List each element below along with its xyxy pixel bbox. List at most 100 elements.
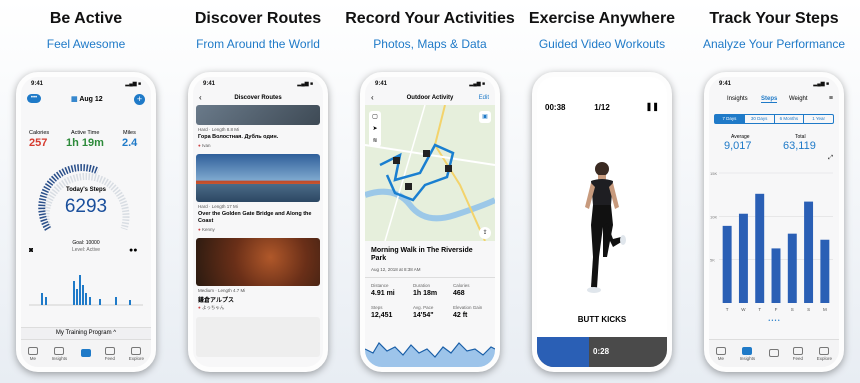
user-name: Kenny xyxy=(201,227,215,232)
remaining-time: 0:28 xyxy=(593,347,610,356)
average-value: 9,017 xyxy=(724,140,752,152)
route-user: ● Ivan xyxy=(198,143,211,148)
tab-me[interactable]: Me xyxy=(27,346,38,361)
menu-button[interactable]: ••• xyxy=(27,94,41,103)
panel-subtitle: Analyze Your Performance xyxy=(702,37,846,51)
bar[interactable] xyxy=(820,239,830,303)
phone-frame: 9:41 ▂▄▆ ■ ‹ Outdoor Activity Edit ▢ ➤ ≋ ▣ … xyxy=(360,72,500,372)
steps-goal: Goal: 10000 xyxy=(72,240,100,246)
tab-weight[interactable]: Weight xyxy=(789,96,808,102)
range-30-days[interactable]: 30 Days xyxy=(743,115,774,123)
tab-feed[interactable]: Feed xyxy=(104,346,115,361)
status-bar: 9:41 ▂▄▆ ■ xyxy=(719,81,829,90)
tab-insights[interactable]: Insights xyxy=(727,96,748,102)
avatar: ● xyxy=(198,227,201,232)
tab-explore[interactable]: Explore xyxy=(817,346,832,361)
route-meta: Hard · Length 8.8 Mi xyxy=(198,127,240,132)
tab-explore[interactable]: Explore xyxy=(129,346,144,361)
tab-steps[interactable]: Steps xyxy=(761,96,778,103)
feed-icon xyxy=(104,346,115,355)
stat-label: Calories xyxy=(453,283,470,288)
route-photo[interactable] xyxy=(196,105,320,125)
bar-chart-icon xyxy=(742,346,753,355)
x-tick-label: F xyxy=(775,307,778,312)
status-bar: 9:41 ▂▄▆ ■ xyxy=(31,81,141,90)
stat-label: Avg. Pace xyxy=(413,305,434,310)
route-card[interactable] xyxy=(196,317,320,357)
route-photo[interactable] xyxy=(196,238,320,286)
route-name[interactable]: Over the Golden Gate Bridge and Along th… xyxy=(198,211,318,225)
signal-icon: ▂▄▆ ■ xyxy=(813,81,829,87)
filter-icon[interactable]: ≡ xyxy=(829,95,833,102)
panel-subtitle: From Around the World xyxy=(196,37,320,51)
date-selector[interactable]: ▦ Aug 12 xyxy=(71,95,103,103)
tab-insights[interactable]: Insights xyxy=(740,346,755,361)
tab-bar: Me Insights Feed Explore xyxy=(709,339,839,367)
signal-icon: ▂▄▆ ■ xyxy=(297,81,313,87)
range-1-year[interactable]: 1 Year xyxy=(803,115,833,123)
panel-exercise-anywhere: Exercise Anywhere Guided Video Workouts … xyxy=(516,0,688,383)
phone-frame: 00:38 1/12 ❚❚ BUTT KICKS 0:28 xyxy=(532,72,672,372)
bar[interactable] xyxy=(738,213,748,303)
bar[interactable] xyxy=(804,201,814,303)
route-meta: Hard · Length 17 Mi xyxy=(198,204,238,209)
camera-icon[interactable]: ◙ xyxy=(29,247,33,254)
bar[interactable] xyxy=(722,225,732,303)
stat-value: 1h 19m xyxy=(66,137,104,149)
exercise-name: BUTT KICKS xyxy=(577,315,627,324)
route-meta: Medium · Length 4.7 Mi xyxy=(198,288,246,293)
tab-workout[interactable] xyxy=(80,349,91,358)
map-controls[interactable]: ▢ ➤ ≋ xyxy=(369,111,381,147)
tab-insights[interactable]: Insights xyxy=(52,346,67,361)
tab-workout[interactable] xyxy=(768,349,779,358)
range-7-days[interactable]: 7 Days xyxy=(715,115,744,123)
bar-chart-icon xyxy=(54,346,65,355)
route-name[interactable]: Гора Волостная. Дубль один. xyxy=(198,134,278,140)
status-time: 9:41 xyxy=(31,81,44,87)
panel-subtitle: Photos, Maps & Data xyxy=(373,37,487,51)
elevation-chart xyxy=(365,342,495,367)
bar[interactable] xyxy=(755,193,765,303)
training-program-drawer[interactable]: My Training Program ^ xyxy=(21,327,151,339)
bar[interactable] xyxy=(771,248,781,303)
user-name: Ivan xyxy=(201,143,211,148)
page-dots: • • • • xyxy=(768,318,780,324)
share-icon[interactable]: ⇪ xyxy=(479,227,491,239)
friends-avatars[interactable]: ●● xyxy=(129,247,137,254)
activity-date: Aug 12, 2018 at 8:38 AM xyxy=(371,267,421,272)
bar[interactable] xyxy=(787,233,797,303)
progress-fill xyxy=(537,337,589,367)
avatar: ● xyxy=(198,143,201,148)
stat-value: 14'54" xyxy=(413,312,434,319)
stat-label: Miles xyxy=(123,130,136,136)
stat-value: 468 xyxy=(453,290,465,297)
panel-track-steps: Track Your Steps Analyze Your Performanc… xyxy=(688,0,860,383)
pause-button[interactable]: ❚❚ xyxy=(646,102,659,111)
status-bar: 9:41 ▂▄▆ ■ xyxy=(203,81,313,90)
person-icon xyxy=(27,346,38,355)
status-time: 9:41 xyxy=(375,81,388,87)
route-photo[interactable] xyxy=(196,154,320,202)
expand-icon[interactable]: ⤢ xyxy=(828,155,833,162)
hourly-steps-chart xyxy=(29,275,143,306)
stat-label: Active Time xyxy=(71,130,100,136)
panel-be-active: Be Active Feel Awesome 9:41 ▂▄▆ ■ ••• ▦ A… xyxy=(0,0,172,383)
range-6-months[interactable]: 6 Months xyxy=(773,115,804,123)
photo-icon[interactable]: ▣ xyxy=(479,111,491,123)
tab-me[interactable]: Me xyxy=(715,346,726,361)
stat-value: 257 xyxy=(29,137,48,149)
y-tick-label: 5K xyxy=(710,258,715,263)
steps-count: 6293 xyxy=(64,196,108,217)
tab-feed[interactable]: Feed xyxy=(793,346,803,361)
route-name[interactable]: 鎌倉アルプス xyxy=(198,295,234,304)
tab-bar: Me Insights Feed Explore xyxy=(21,339,151,367)
signal-icon: ▂▄▆ ■ xyxy=(125,81,141,87)
route-map[interactable] xyxy=(365,105,495,241)
x-tick-label: T xyxy=(758,307,761,312)
phone-frame: 9:41 ▂▄▆ ■ Insights Steps Weight ≡ 7 Days… xyxy=(704,72,844,372)
edit-button[interactable]: Edit xyxy=(479,95,489,101)
weekly-steps-chart: 15K 10K 5K T W T F S S M xyxy=(710,171,833,312)
add-button[interactable]: + xyxy=(134,94,145,105)
workout-video[interactable] xyxy=(577,157,627,297)
x-tick-label: S xyxy=(791,307,794,312)
